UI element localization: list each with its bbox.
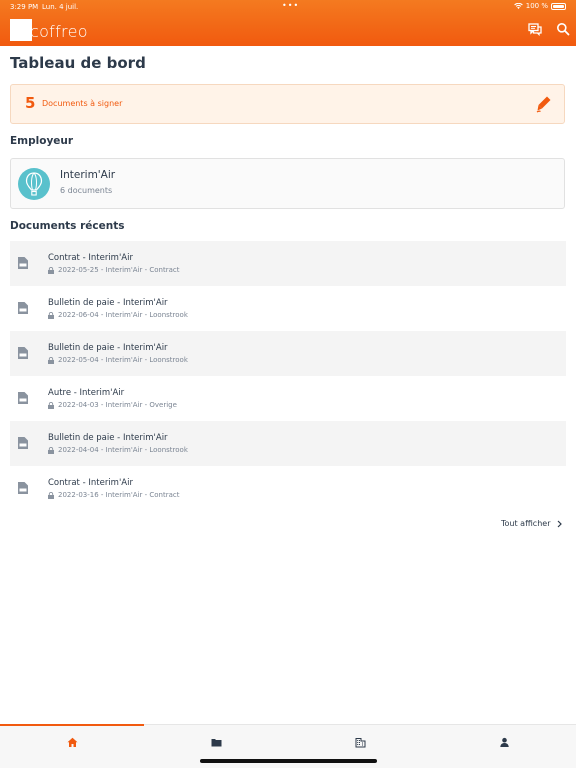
chevron-right-icon xyxy=(557,520,562,527)
lock-icon xyxy=(48,356,54,364)
recent-documents-list: Contrat - Interim'Air 2022-05-25 - Inter… xyxy=(10,241,566,511)
folder-icon xyxy=(211,738,221,746)
employer-doc-count: 6 documents xyxy=(60,186,113,195)
list-item[interactable]: Contrat - Interim'Air 2022-03-16 - Inter… xyxy=(10,466,566,511)
document-title: Bulletin de paie - Interim'Air xyxy=(48,298,168,308)
list-item[interactable]: Contrat - Interim'Air 2022-05-25 - Inter… xyxy=(10,241,566,286)
sign-count: 5 xyxy=(25,94,36,112)
see-all-link[interactable]: Tout afficher xyxy=(501,519,562,528)
document-meta-text: 2022-04-04 - Interim'Air - Loonstrook xyxy=(58,446,188,454)
list-item[interactable]: Bulletin de paie - Interim'Air 2022-06-0… xyxy=(10,286,566,331)
building-icon xyxy=(355,737,365,747)
lock-icon xyxy=(48,446,54,454)
lock-icon xyxy=(48,491,54,499)
document-title: Bulletin de paie - Interim'Air xyxy=(48,343,168,353)
home-indicator[interactable] xyxy=(200,759,377,763)
document-title: Contrat - Interim'Air xyxy=(48,253,133,263)
logo-text: coffreo xyxy=(30,22,88,41)
status-time: 3:29 PM xyxy=(10,3,39,11)
home-icon xyxy=(67,737,77,747)
document-meta: 2022-06-04 - Interim'Air - Loonstrook xyxy=(48,311,188,319)
pen-icon xyxy=(536,96,551,113)
document-meta: 2022-04-04 - Interim'Air - Loonstrook xyxy=(48,446,188,454)
document-meta-text: 2022-03-16 - Interim'Air - Contract xyxy=(58,491,180,499)
search-icon[interactable] xyxy=(556,22,570,36)
list-item[interactable]: Bulletin de paie - Interim'Air 2022-04-0… xyxy=(10,421,566,466)
hot-air-balloon-icon xyxy=(25,172,43,196)
document-meta: 2022-05-04 - Interim'Air - Loonstrook xyxy=(48,356,188,364)
pdf-file-icon xyxy=(18,392,28,404)
app-header: 3:29 PM Lun. 4 juil. ••• 100 % coffreo xyxy=(0,0,576,46)
page-title: Tableau de bord xyxy=(10,54,146,72)
employer-section-title: Employeur xyxy=(10,135,74,147)
sign-label: Documents à signer xyxy=(42,99,123,108)
tab-profile[interactable] xyxy=(432,725,576,759)
status-bar: 3:29 PM Lun. 4 juil. ••• 100 % xyxy=(0,0,576,14)
person-icon xyxy=(499,737,509,747)
chat-icon[interactable] xyxy=(528,22,542,36)
document-meta-text: 2022-05-04 - Interim'Air - Loonstrook xyxy=(58,356,188,364)
document-title: Bulletin de paie - Interim'Air xyxy=(48,433,168,443)
pdf-file-icon xyxy=(18,257,28,269)
battery-percent: 100 % xyxy=(525,2,548,10)
documents-to-sign-card[interactable]: 5 Documents à signer xyxy=(10,84,565,124)
status-date: Lun. 4 juil. xyxy=(42,3,79,11)
battery-icon xyxy=(551,2,566,10)
wifi-icon xyxy=(513,3,523,9)
pdf-file-icon xyxy=(18,347,28,359)
lock-icon xyxy=(48,401,54,409)
document-meta: 2022-03-16 - Interim'Air - Contract xyxy=(48,491,179,499)
app-logo: coffreo xyxy=(10,19,88,41)
tab-documents[interactable] xyxy=(144,725,288,759)
recent-documents-title: Documents récents xyxy=(10,220,125,232)
pdf-file-icon xyxy=(18,437,28,449)
see-all-label: Tout afficher xyxy=(501,519,551,528)
document-title: Contrat - Interim'Air xyxy=(48,478,133,488)
multitasking-dots-icon: ••• xyxy=(282,1,300,10)
pdf-file-icon xyxy=(18,302,28,314)
employer-card[interactable]: Interim'Air 6 documents xyxy=(10,158,565,209)
pdf-file-icon xyxy=(18,482,28,494)
tab-home[interactable] xyxy=(0,725,144,759)
logo-mark xyxy=(10,19,32,41)
tab-employers[interactable] xyxy=(288,725,432,759)
employer-avatar xyxy=(18,168,50,200)
list-item[interactable]: Bulletin de paie - Interim'Air 2022-05-0… xyxy=(10,331,566,376)
lock-icon xyxy=(48,311,54,319)
document-meta-text: 2022-04-03 - Interim'Air - Overige xyxy=(58,401,177,409)
employer-name: Interim'Air xyxy=(60,169,116,181)
lock-icon xyxy=(48,266,54,274)
list-item[interactable]: Autre - Interim'Air 2022-04-03 - Interim… xyxy=(10,376,566,421)
document-meta: 2022-05-25 - Interim'Air - Contract xyxy=(48,266,179,274)
status-right: 100 % xyxy=(513,2,566,10)
document-meta-text: 2022-06-04 - Interim'Air - Loonstrook xyxy=(58,311,188,319)
document-meta: 2022-04-03 - Interim'Air - Overige xyxy=(48,401,177,409)
document-meta-text: 2022-05-25 - Interim'Air - Contract xyxy=(58,266,180,274)
document-title: Autre - Interim'Air xyxy=(48,388,125,398)
